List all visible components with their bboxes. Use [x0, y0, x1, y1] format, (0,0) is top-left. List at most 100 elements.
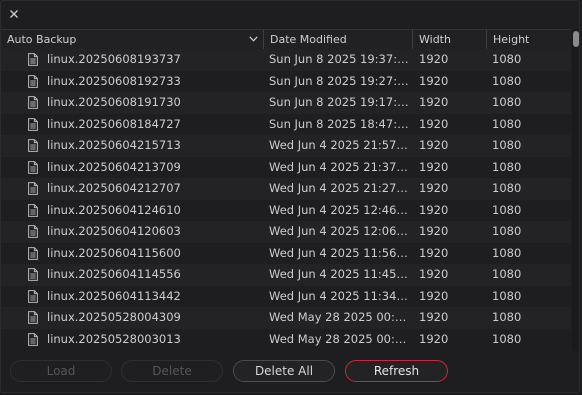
backup-name-cell: linux.20250528004309: [47, 310, 181, 324]
table-row[interactable]: linux.20250608193737 Sun Jun 8 2025 19:37…: [1, 49, 571, 71]
height-cell: 1080: [492, 116, 522, 131]
height-cell: 1080: [492, 138, 522, 152]
height-cell: 1080: [492, 202, 522, 217]
width-cell: 1920: [419, 267, 449, 281]
height-cell: 1080: [492, 181, 522, 195]
date-modified-cell: Wed Jun 4 2025 12:06:03: [269, 224, 409, 238]
date-modified-cell: Wed Jun 4 2025 21:37:09: [269, 159, 409, 174]
table-row[interactable]: linux.20250528003013 Wed May 28 2025 00:3…: [1, 328, 571, 350]
file-icon: [28, 74, 38, 88]
refresh-button[interactable]: Refresh: [345, 360, 448, 382]
file-icon: [28, 160, 38, 174]
backup-name-cell: linux.20250604213709: [47, 159, 181, 174]
table-row[interactable]: linux.20250608191730 Sun Jun 8 2025 19:17…: [1, 92, 571, 114]
date-modified-cell: Sun Jun 8 2025 19:37:37: [269, 52, 409, 66]
width-cell: 1920: [419, 245, 449, 260]
date-modified-cell: Wed Jun 4 2025 11:34:42: [269, 288, 409, 303]
backup-name-cell: linux.20250604212707: [47, 181, 181, 195]
width-cell: 1920: [419, 331, 449, 346]
table-row[interactable]: linux.20250604124610 Wed Jun 4 2025 12:46…: [1, 199, 571, 221]
file-icon: [28, 117, 38, 131]
file-icon: [28, 268, 38, 281]
table-row[interactable]: linux.20250604115600 Wed Jun 4 2025 11:56…: [1, 242, 571, 264]
backup-name-cell: linux.20250604115600: [47, 245, 181, 260]
table-row[interactable]: linux.20250604113442 Wed Jun 4 2025 11:34…: [1, 285, 571, 307]
file-icon: [28, 182, 38, 195]
height-cell: 1080: [492, 73, 522, 88]
vertical-scrollbar[interactable]: [572, 29, 579, 351]
column-header-label: Width: [419, 33, 451, 46]
height-cell: 1080: [492, 310, 522, 324]
width-cell: 1920: [419, 310, 449, 324]
table-body: linux.20250608193737 Sun Jun 8 2025 19:37…: [1, 49, 571, 351]
load-button[interactable]: Load: [10, 360, 112, 382]
table-row[interactable]: linux.20250604114556 Wed Jun 4 2025 11:45…: [1, 264, 571, 286]
backup-name-cell: linux.20250528003013: [47, 331, 181, 346]
width-cell: 1920: [419, 73, 449, 88]
width-cell: 1920: [419, 181, 449, 195]
width-cell: 1920: [419, 288, 449, 303]
date-modified-cell: Wed Jun 4 2025 11:56:01: [269, 245, 409, 260]
height-cell: 1080: [492, 331, 522, 346]
column-header-label: Height: [493, 33, 530, 46]
file-icon: [28, 289, 38, 303]
width-cell: 1920: [419, 116, 449, 131]
table-row[interactable]: linux.20250608192733 Sun Jun 8 2025 19:27…: [1, 70, 571, 92]
width-cell: 1920: [419, 224, 449, 238]
backup-name-cell: linux.20250604215713: [47, 138, 181, 152]
file-icon: [28, 53, 38, 66]
date-modified-cell: Sun Jun 8 2025 19:27:33: [269, 73, 409, 88]
backup-name-cell: linux.20250608184727: [47, 116, 181, 131]
auto-backup-dialog: Auto Backup Date Modified Width Height l…: [0, 0, 580, 393]
backup-name-cell: linux.20250604113442: [47, 288, 181, 303]
date-modified-cell: Wed Jun 4 2025 11:45:56: [269, 267, 409, 281]
table-row[interactable]: linux.20250604213709 Wed Jun 4 2025 21:37…: [1, 156, 571, 178]
table-row[interactable]: linux.20250604215713 Wed Jun 4 2025 21:57…: [1, 135, 571, 157]
column-header-height[interactable]: Height: [487, 30, 571, 49]
height-cell: 1080: [492, 159, 522, 174]
scrollbar-thumb[interactable]: [573, 31, 579, 47]
height-cell: 1080: [492, 267, 522, 281]
width-cell: 1920: [419, 159, 449, 174]
table-row[interactable]: linux.20250604212707 Wed Jun 4 2025 21:27…: [1, 178, 571, 200]
file-icon: [28, 311, 38, 324]
backup-name-cell: linux.20250608193737: [47, 52, 181, 66]
width-cell: 1920: [419, 138, 449, 152]
dialog-footer: Load Delete Delete All Refresh: [1, 351, 579, 392]
file-icon: [28, 332, 38, 346]
table-row[interactable]: linux.20250604120603 Wed Jun 4 2025 12:06…: [1, 221, 571, 243]
column-header-label: Auto Backup: [7, 33, 77, 46]
table-row[interactable]: linux.20250528004309 Wed May 28 2025 00:4…: [1, 307, 571, 329]
height-cell: 1080: [492, 224, 522, 238]
backup-name-cell: linux.20250608191730: [47, 95, 181, 109]
delete-all-button[interactable]: Delete All: [233, 360, 335, 382]
table-row[interactable]: linux.20250608184727 Sun Jun 8 2025 18:47…: [1, 113, 571, 135]
backup-table: Auto Backup Date Modified Width Height l…: [1, 29, 579, 351]
date-modified-cell: Sun Jun 8 2025 18:47:28: [269, 116, 409, 131]
close-icon[interactable]: [7, 7, 21, 21]
height-cell: 1080: [492, 288, 522, 303]
width-cell: 1920: [419, 202, 449, 217]
chevron-down-icon[interactable]: [249, 36, 258, 42]
table-header: Auto Backup Date Modified Width Height: [1, 29, 571, 50]
file-icon: [28, 139, 38, 152]
file-icon: [28, 225, 38, 238]
file-icon: [28, 203, 38, 217]
date-modified-cell: Wed Jun 4 2025 21:27:07: [269, 181, 409, 195]
column-header-width[interactable]: Width: [413, 30, 486, 49]
date-modified-cell: Wed May 28 2025 00:43:...: [269, 310, 409, 324]
delete-button[interactable]: Delete: [121, 360, 223, 382]
width-cell: 1920: [419, 52, 449, 66]
column-header-date-modified[interactable]: Date Modified: [264, 30, 412, 49]
backup-name-cell: linux.20250604114556: [47, 267, 181, 281]
file-icon: [28, 96, 38, 109]
height-cell: 1080: [492, 52, 522, 66]
column-header-auto-backup[interactable]: Auto Backup: [1, 30, 263, 49]
backup-name-cell: linux.20250604124610: [47, 202, 181, 217]
height-cell: 1080: [492, 245, 522, 260]
width-cell: 1920: [419, 95, 449, 109]
date-modified-cell: Wed Jun 4 2025 12:46:10: [269, 202, 409, 217]
column-header-label: Date Modified: [270, 33, 347, 46]
file-icon: [28, 246, 38, 260]
height-cell: 1080: [492, 95, 522, 109]
